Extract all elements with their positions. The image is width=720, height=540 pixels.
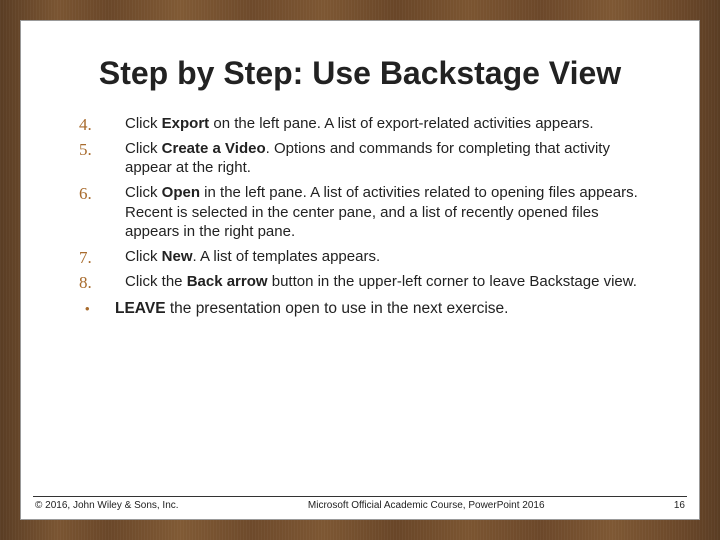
slide-content: 4. Click Export on the left pane. A list… — [71, 114, 649, 319]
leave-note: • LEAVE the presentation open to use in … — [71, 299, 649, 319]
step-item: 6. Click Open in the left pane. A list o… — [115, 183, 649, 241]
bullet-icon: • — [85, 301, 90, 318]
footer-copyright: © 2016, John Wiley & Sons, Inc. — [35, 500, 179, 511]
step-text: Click Export on the left pane. A list of… — [125, 115, 594, 132]
leave-text: LEAVE the presentation open to use in th… — [115, 300, 508, 317]
step-text: Click Open in the left pane. A list of a… — [125, 184, 638, 239]
step-item: 4. Click Export on the left pane. A list… — [115, 114, 649, 133]
step-number: 7. — [79, 247, 92, 269]
steps-list: 4. Click Export on the left pane. A list… — [71, 114, 649, 292]
step-text: Click Create a Video. Options and comman… — [125, 140, 610, 176]
slide-title: Step by Step: Use Backstage View — [71, 55, 649, 92]
step-number: 8. — [79, 272, 92, 294]
step-number: 4. — [79, 114, 92, 136]
step-number: 6. — [79, 183, 92, 205]
step-text: Click the Back arrow button in the upper… — [125, 273, 637, 290]
footer-page-number: 16 — [674, 500, 685, 511]
step-item: 8. Click the Back arrow button in the up… — [115, 272, 649, 291]
step-text: Click New. A list of templates appears. — [125, 248, 380, 265]
step-number: 5. — [79, 139, 92, 161]
footer: © 2016, John Wiley & Sons, Inc. Microsof… — [21, 500, 699, 511]
footer-course: Microsoft Official Academic Course, Powe… — [179, 500, 674, 511]
footer-divider — [33, 496, 687, 497]
step-item: 7. Click New. A list of templates appear… — [115, 247, 649, 266]
step-item: 5. Click Create a Video. Options and com… — [115, 139, 649, 177]
slide: Step by Step: Use Backstage View 4. Clic… — [20, 20, 700, 520]
